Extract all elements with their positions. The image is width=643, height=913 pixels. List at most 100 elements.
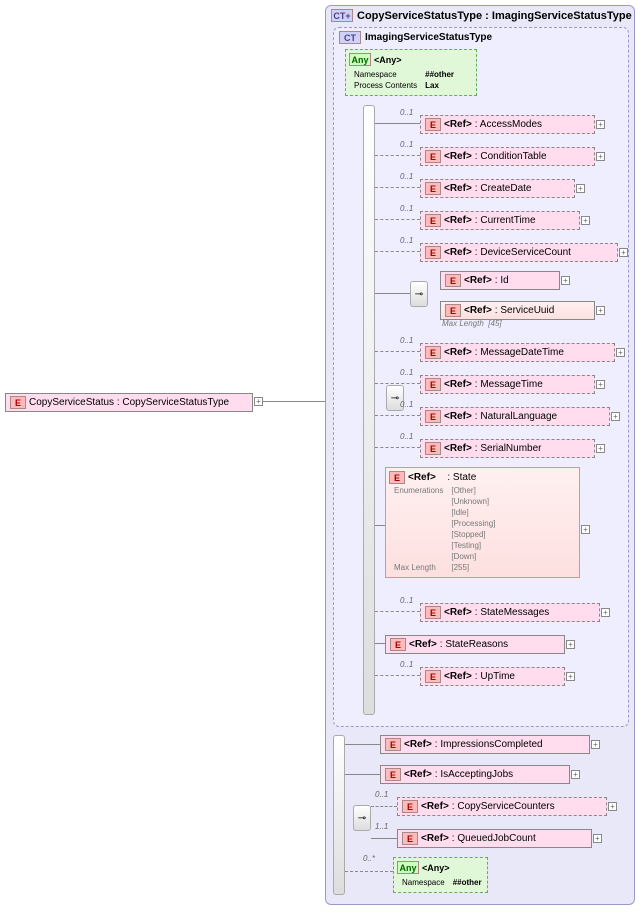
any-label: <Any> (422, 863, 450, 873)
outer-title-row: CT+ CopyServiceStatusType : ImagingServi… (331, 9, 632, 22)
ref-name: : IsAcceptingJobs (435, 769, 513, 780)
element-badge: E (425, 150, 441, 163)
ref-messagedatetime[interactable]: E <Ref> : MessageDateTime (420, 343, 615, 362)
connector-line (263, 401, 325, 402)
ref-copyservicecounters[interactable]: E <Ref> : CopyServiceCounters (397, 797, 607, 816)
element-badge: E (425, 606, 441, 619)
element-badge: E (425, 442, 441, 455)
ref-label: <Ref> (444, 411, 472, 422)
cardinality: 1..1 (375, 822, 388, 831)
expand-icon[interactable]: + (581, 525, 590, 534)
ref-state[interactable]: E <Ref> : State Enumerations[Other] [Unk… (385, 467, 580, 578)
expand-icon[interactable]: + (619, 248, 628, 257)
ref-name: : StateMessages (475, 607, 549, 618)
expand-icon[interactable]: + (596, 152, 605, 161)
any-badge: Any (397, 861, 419, 874)
ref-serialnumber[interactable]: E <Ref> : SerialNumber (420, 439, 595, 458)
ref-currenttime[interactable]: E <Ref> : CurrentTime (420, 211, 580, 230)
ref-label: <Ref> (404, 739, 432, 750)
cardinality: 0..1 (400, 400, 413, 409)
maxlen-value: [45] (488, 319, 501, 328)
ref-label: <Ref> (444, 671, 472, 682)
ref-conditiontable[interactable]: E <Ref> : ConditionTable (420, 147, 595, 166)
cardinality: 0..1 (400, 204, 413, 213)
ref-name: : AccessModes (475, 119, 542, 130)
ref-messagetime[interactable]: E <Ref> : MessageTime (420, 375, 595, 394)
expand-icon[interactable]: + (566, 672, 575, 681)
ref-name: : MessageDateTime (475, 347, 564, 358)
cardinality: 0..1 (400, 660, 413, 669)
ref-deviceservicecount[interactable]: E <Ref> : DeviceServiceCount (420, 243, 618, 262)
ref-queuedjobcount[interactable]: E <Ref> : QueuedJobCount (397, 829, 592, 848)
ref-name: : DeviceServiceCount (475, 247, 571, 258)
cardinality: 0..1 (400, 336, 413, 345)
ns-label: Namespace (399, 878, 448, 887)
enum-value: [Processing] (448, 519, 498, 528)
ref-label: <Ref> (444, 247, 472, 258)
element-badge: E (425, 118, 441, 131)
expand-icon[interactable]: + (561, 276, 570, 285)
cardinality: 0..1 (400, 140, 413, 149)
ref-createdate[interactable]: E <Ref> : CreateDate (420, 179, 575, 198)
ref-label: <Ref> (409, 639, 437, 650)
sequence-compositor (363, 105, 375, 715)
expand-icon[interactable]: + (596, 306, 605, 315)
ref-naturallanguage[interactable]: E <Ref> : NaturalLanguage (420, 407, 610, 426)
element-badge: E (425, 182, 441, 195)
root-label: CopyServiceStatus : CopyServiceStatusTyp… (29, 397, 229, 408)
ref-label: <Ref> (421, 833, 449, 844)
expand-icon[interactable]: + (608, 802, 617, 811)
complextype-badge: CT+ (331, 9, 353, 22)
ref-statemessages[interactable]: E <Ref> : StateMessages (420, 603, 600, 622)
choice-compositor: ⊸ (353, 805, 371, 831)
inner-title-row: CT ImagingServiceStatusType (339, 31, 492, 44)
sequence-compositor (333, 735, 345, 895)
ref-id[interactable]: E <Ref> : Id (440, 271, 560, 290)
expand-icon[interactable]: + (593, 834, 602, 843)
ref-label: <Ref> (444, 443, 472, 454)
element-badge: E (402, 832, 418, 845)
any-wildcard-bottom[interactable]: Any <Any> Namespace##other (393, 857, 488, 893)
ref-name: : MessageTime (475, 379, 543, 390)
ref-impressionscompleted[interactable]: E <Ref> : ImpressionsCompleted (380, 735, 590, 754)
element-badge: E (385, 738, 401, 751)
cardinality: 0..1 (400, 172, 413, 181)
any-wildcard-top[interactable]: Any <Any> Namespace##other Process Conte… (345, 49, 477, 96)
element-badge: E (425, 410, 441, 423)
cardinality: 0..1 (400, 108, 413, 117)
expand-icon[interactable]: + (576, 184, 585, 193)
ref-isacceptingjobs[interactable]: E <Ref> : IsAcceptingJobs (380, 765, 570, 784)
schema-diagram: E CopyServiceStatus : CopyServiceStatusT… (5, 5, 638, 908)
element-badge: E (10, 396, 26, 409)
choice-compositor: ⊸ (410, 281, 428, 307)
expand-icon[interactable]: + (581, 216, 590, 225)
ns-value: ##other (425, 70, 454, 79)
ref-name: : Id (495, 275, 509, 286)
expand-icon[interactable]: + (591, 740, 600, 749)
ref-statereasons[interactable]: E <Ref> : StateReasons (385, 635, 565, 654)
element-badge: E (445, 274, 461, 287)
element-badge: E (445, 304, 461, 317)
expand-icon[interactable]: + (601, 608, 610, 617)
expand-icon[interactable]: + (616, 348, 625, 357)
expand-icon[interactable]: + (596, 444, 605, 453)
expand-icon[interactable]: + (571, 770, 580, 779)
ref-label: <Ref> (444, 215, 472, 226)
ref-accessmodes[interactable]: E <Ref> : AccessModes (420, 115, 595, 134)
cardinality: 0..1 (400, 236, 413, 245)
expand-icon[interactable]: + (566, 640, 575, 649)
expand-icon[interactable]: + (596, 120, 605, 129)
expand-icon[interactable]: + (254, 397, 263, 406)
any-badge: Any (349, 53, 371, 66)
enum-value: [Down] (448, 552, 498, 561)
maxlen-label: Max Length (391, 563, 446, 572)
ref-label: <Ref> (444, 347, 472, 358)
root-element[interactable]: E CopyServiceStatus : CopyServiceStatusT… (5, 393, 253, 412)
expand-icon[interactable]: + (611, 412, 620, 421)
ref-label: <Ref> (444, 607, 472, 618)
ref-uptime[interactable]: E <Ref> : UpTime (420, 667, 565, 686)
ref-serviceuuid[interactable]: E <Ref> : ServiceUuid (440, 301, 595, 320)
ref-name: : CreateDate (475, 183, 532, 194)
expand-icon[interactable]: + (596, 380, 605, 389)
ref-name: : StateReasons (440, 639, 508, 650)
